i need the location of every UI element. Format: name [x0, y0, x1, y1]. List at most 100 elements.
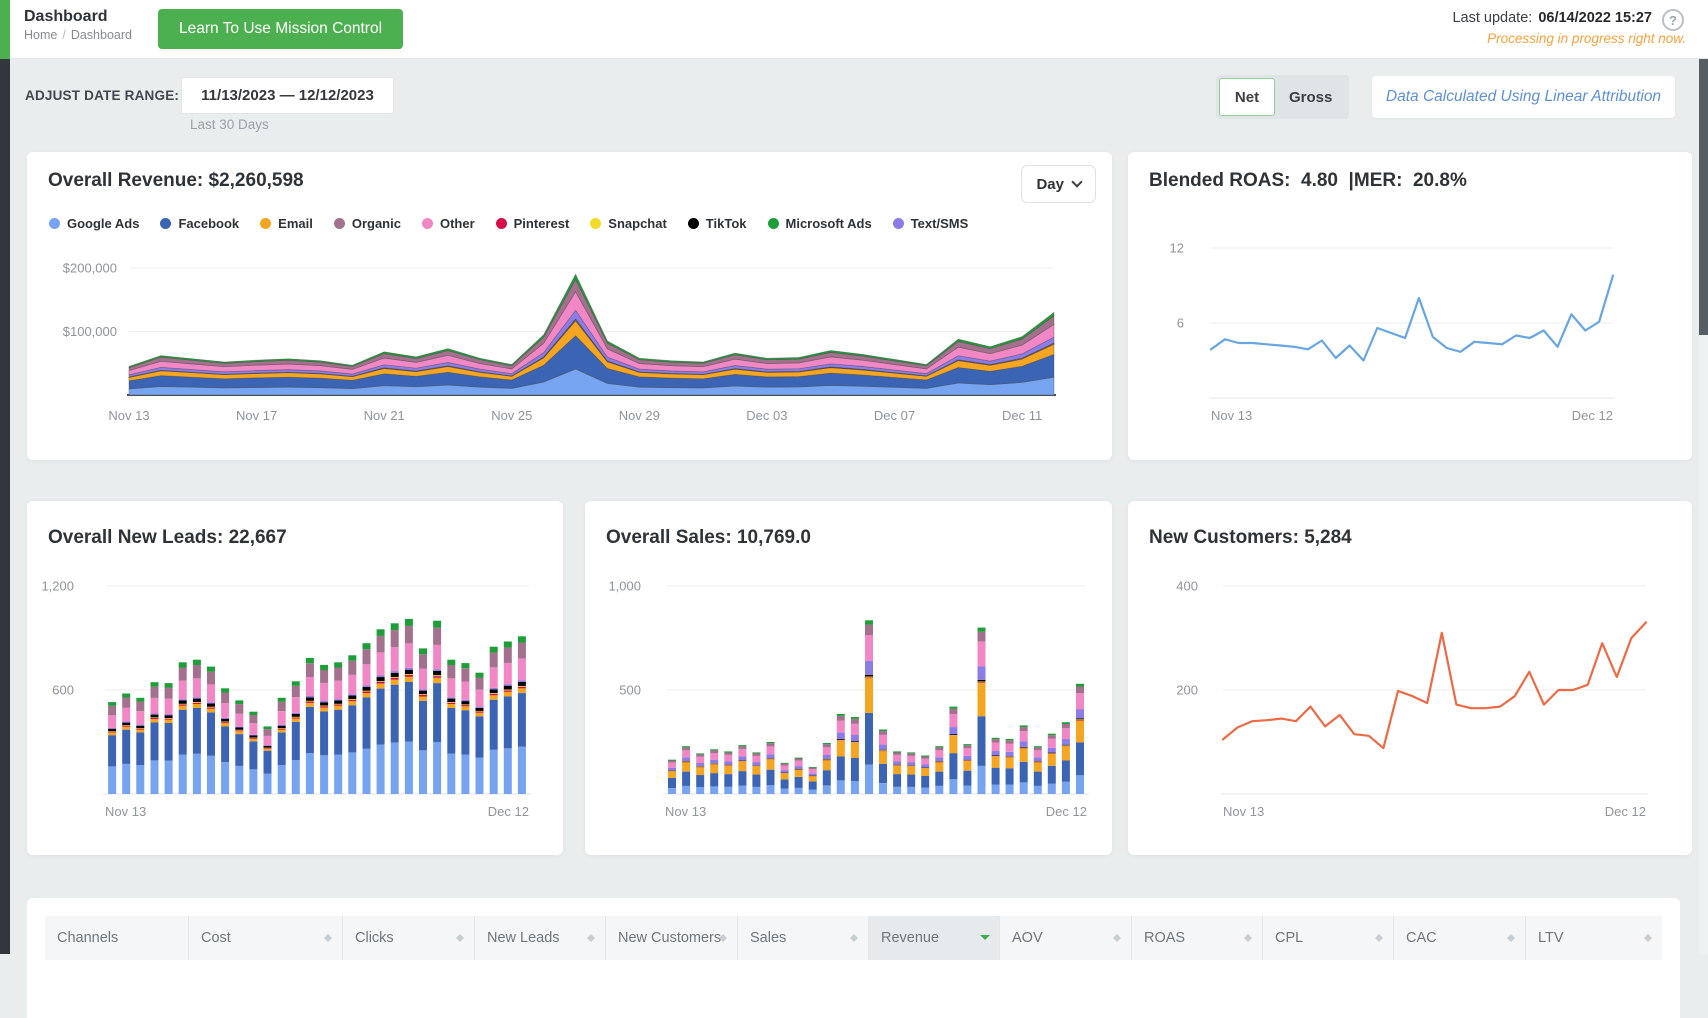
last-update-label: Last update:	[1452, 10, 1532, 26]
breadcrumb-separator: /	[62, 28, 65, 42]
legend-label: Snapchat	[608, 216, 667, 231]
learn-mission-control-button[interactable]: Learn To Use Mission Control	[158, 9, 403, 49]
date-range-label: ADJUST DATE RANGE:	[25, 88, 179, 103]
legend-item-facebook[interactable]: Facebook	[160, 216, 239, 231]
granularity-value: Day	[1036, 176, 1064, 193]
overall-revenue-title: Overall Revenue: $2,260,598	[48, 170, 304, 192]
legend-color-dot	[422, 218, 433, 229]
column-header-aov[interactable]: AOV	[1000, 916, 1132, 960]
svg-text:Dec 11: Dec 11	[1002, 408, 1042, 423]
legend-item-organic[interactable]: Organic	[334, 216, 401, 231]
column-label: Revenue	[881, 930, 939, 946]
breadcrumb-home[interactable]: Home	[24, 28, 57, 42]
column-header-clicks[interactable]: Clicks	[343, 916, 475, 960]
overall-sales-card: Overall Sales: 10,769.0 500 1,000 Nov 13 De…	[585, 501, 1112, 855]
sort-icon	[850, 930, 859, 946]
column-label: LTV	[1538, 930, 1564, 946]
svg-text:Dec 12: Dec 12	[1572, 408, 1613, 423]
page-title: Dashboard	[24, 8, 108, 26]
chevron-down-icon	[1071, 176, 1082, 187]
legend-color-dot	[260, 218, 271, 229]
column-header-channels[interactable]: Channels	[45, 916, 189, 960]
legend-item-microsoft-ads[interactable]: Microsoft Ads	[768, 216, 872, 231]
legend-label: Facebook	[178, 216, 239, 231]
overall-sales-title: Overall Sales: 10,769.0	[606, 527, 811, 549]
scrollbar-thumb[interactable]	[1699, 59, 1708, 335]
legend-color-dot	[768, 218, 779, 229]
legend-item-tiktok[interactable]: TikTok	[688, 216, 747, 231]
date-range-hint: Last 30 Days	[190, 117, 269, 132]
legend-color-dot	[160, 218, 171, 229]
legend-color-dot	[496, 218, 507, 229]
granularity-dropdown[interactable]: Day	[1021, 165, 1096, 203]
last-update: Last update: 06/14/2022 15:27	[1452, 10, 1652, 26]
channels-table-card: Channels Cost Clicks New Leads New Customers…	[27, 898, 1680, 1018]
svg-text:Dec 03: Dec 03	[746, 408, 787, 423]
help-icon[interactable]: ?	[1662, 9, 1684, 31]
channel-legend: Google Ads Facebook Email Organic Other Pinte…	[49, 216, 968, 231]
column-label: CPL	[1275, 930, 1303, 946]
legend-item-email[interactable]: Email	[260, 216, 313, 231]
sort-icon	[1375, 930, 1384, 946]
legend-label: Text/SMS	[911, 216, 969, 231]
date-range-input[interactable]	[181, 77, 394, 114]
gross-toggle-button[interactable]: Gross	[1275, 78, 1346, 116]
legend-item-snapchat[interactable]: Snapchat	[590, 216, 667, 231]
new-leads-title: Overall New Leads: 22,667	[48, 527, 287, 549]
column-header-cpl[interactable]: CPL	[1263, 916, 1394, 960]
customers-line-chart[interactable]: 200400Nov 13Dec 12	[1128, 561, 1692, 851]
svg-text:Dec 12: Dec 12	[1605, 804, 1646, 819]
sort-icon	[456, 930, 465, 946]
column-label: ROAS	[1144, 930, 1185, 946]
column-label: Sales	[750, 930, 786, 946]
new-customers-card: New Customers: 5,284 200400Nov 13Dec 12	[1128, 501, 1692, 855]
sort-icon	[1244, 930, 1253, 946]
attribution-model-button[interactable]: Data Calculated Using Linear Attribution	[1372, 76, 1675, 118]
svg-text:Nov 25: Nov 25	[491, 408, 532, 423]
sales-bar-chart[interactable]: 500 1,000 Nov 13 Dec 12	[585, 561, 1112, 851]
sort-icon	[1644, 930, 1653, 946]
column-label: New Customers	[618, 930, 721, 946]
svg-text:$100,000: $100,000	[63, 324, 117, 339]
legend-item-other[interactable]: Other	[422, 216, 475, 231]
column-header-roas[interactable]: ROAS	[1132, 916, 1263, 960]
svg-text:Dec 12: Dec 12	[1046, 804, 1087, 819]
svg-text:Nov 21: Nov 21	[364, 408, 405, 423]
sort-descending-icon	[980, 935, 990, 940]
legend-color-dot	[49, 218, 60, 229]
column-label: New Leads	[487, 930, 560, 946]
last-update-value: 06/14/2022 15:27	[1538, 10, 1652, 26]
column-header-cac[interactable]: CAC	[1394, 916, 1526, 960]
svg-text:Dec 12: Dec 12	[488, 804, 529, 819]
new-leads-bar-chart[interactable]: 6001,200Nov 13Dec 12	[27, 561, 563, 851]
sort-icon	[324, 930, 333, 946]
revenue-area-chart[interactable]: $100,000$200,000Nov 13Nov 17Nov 21Nov 25…	[27, 244, 1112, 454]
svg-text:Nov 29: Nov 29	[619, 408, 660, 423]
column-header-ltv[interactable]: LTV	[1526, 916, 1662, 960]
sort-icon	[1113, 930, 1122, 946]
column-label: Cost	[201, 930, 231, 946]
scrollbar[interactable]	[1699, 59, 1708, 954]
svg-text:1,200: 1,200	[41, 579, 74, 594]
svg-text:500: 500	[619, 683, 641, 698]
svg-text:Nov 13: Nov 13	[1223, 804, 1264, 819]
column-header-revenue[interactable]: Revenue	[869, 916, 1000, 960]
legend-item-google-ads[interactable]: Google Ads	[49, 216, 139, 231]
legend-item-pinterest[interactable]: Pinterest	[496, 216, 570, 231]
legend-item-text-sms[interactable]: Text/SMS	[893, 216, 969, 231]
legend-label: Organic	[352, 216, 401, 231]
legend-label: Microsoft Ads	[786, 216, 872, 231]
svg-text:Nov 13: Nov 13	[665, 804, 706, 819]
net-toggle-button[interactable]: Net	[1219, 78, 1275, 116]
blended-roas-card: Blended ROAS: 4.80 |MER: 20.8% 612Nov 13…	[1128, 152, 1692, 460]
roas-line-chart[interactable]: 612Nov 13Dec 12	[1128, 237, 1692, 437]
column-header-new-customers[interactable]: New Customers	[606, 916, 738, 960]
svg-text:6: 6	[1177, 316, 1184, 331]
column-header-cost[interactable]: Cost	[189, 916, 343, 960]
breadcrumb: Home/Dashboard	[24, 28, 132, 42]
column-label: AOV	[1012, 930, 1043, 946]
column-header-new-leads[interactable]: New Leads	[475, 916, 606, 960]
collapsed-sidebar-strip	[0, 59, 10, 954]
svg-text:1,000: 1,000	[608, 579, 641, 594]
column-header-sales[interactable]: Sales	[738, 916, 869, 960]
